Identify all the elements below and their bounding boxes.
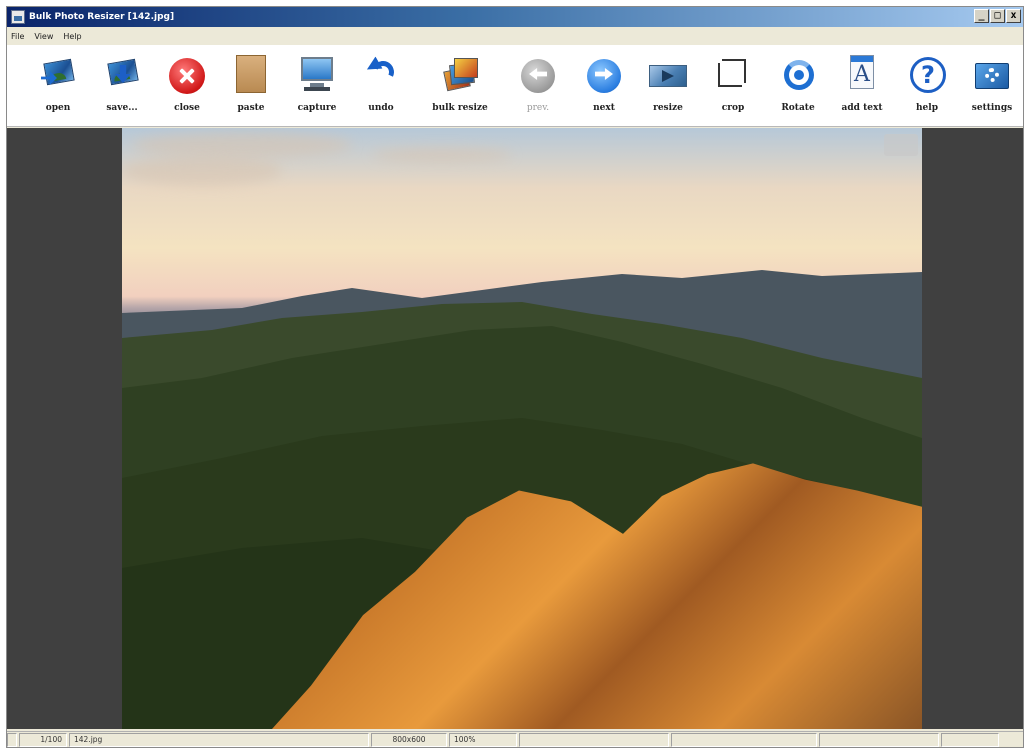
crop-label: crop <box>721 103 745 113</box>
status-panel-4 <box>941 732 999 747</box>
capture-label: capture <box>297 103 337 113</box>
menu-help[interactable]: Help <box>63 32 81 41</box>
status-dimensions: 800x600 <box>371 732 447 747</box>
menu-bar: File View Help <box>7 27 1023 45</box>
rotate-label: Rotate <box>781 103 815 113</box>
close-window-button[interactable]: x <box>1006 9 1021 23</box>
app-icon <box>11 10 25 24</box>
add-text-icon: A <box>843 55 881 95</box>
rotate-button[interactable]: Rotate <box>767 55 829 125</box>
undo-label: undo <box>368 103 394 113</box>
resize-button[interactable]: resize <box>637 55 699 125</box>
paste-icon <box>232 55 270 95</box>
bulk-resize-icon <box>441 55 479 95</box>
open-icon <box>39 55 77 95</box>
status-grip <box>7 732 17 747</box>
status-bar: 1/100 142.jpg 800x600 100% <box>7 731 1023 747</box>
next-icon <box>585 55 623 95</box>
crop-button[interactable]: crop <box>702 55 764 125</box>
status-zoom: 100% <box>449 732 517 747</box>
open-label: open <box>45 103 71 113</box>
resize-icon <box>649 55 687 95</box>
close-icon <box>168 55 206 95</box>
paste-button[interactable]: paste <box>220 55 282 125</box>
settings-button[interactable]: settings <box>961 55 1023 125</box>
app-window: Bulk Photo Resizer [142.jpg] _ □ x File … <box>6 6 1024 748</box>
close-label: close <box>174 103 200 113</box>
bulk-resize-button[interactable]: bulk resize <box>429 55 491 125</box>
menu-file[interactable]: File <box>11 32 24 41</box>
rotate-icon <box>779 55 817 95</box>
status-panel-1 <box>519 732 669 747</box>
capture-icon <box>298 55 336 95</box>
undo-icon <box>362 55 400 95</box>
watermark-logo <box>884 134 918 156</box>
crop-icon <box>714 55 752 95</box>
prev-button[interactable]: prev. <box>507 55 569 125</box>
undo-button[interactable]: undo <box>350 55 412 125</box>
photo-preview <box>122 128 922 729</box>
next-label: next <box>593 103 615 113</box>
save-button[interactable]: save... <box>91 55 153 125</box>
image-canvas[interactable] <box>7 128 1023 729</box>
help-label: help <box>916 103 938 113</box>
next-button[interactable]: next <box>573 55 635 125</box>
window-title: Bulk Photo Resizer [142.jpg] <box>29 12 175 22</box>
settings-icon <box>973 55 1011 95</box>
paste-label: paste <box>237 103 265 113</box>
save-icon <box>103 55 141 95</box>
bulk-resize-label: bulk resize <box>432 103 488 113</box>
title-bar[interactable]: Bulk Photo Resizer [142.jpg] _ □ x <box>7 7 1023 27</box>
status-filename: 142.jpg <box>69 732 369 747</box>
prev-icon <box>519 55 557 95</box>
help-button[interactable]: ? help <box>896 55 958 125</box>
window-controls: _ □ x <box>974 9 1021 23</box>
close-button[interactable]: close <box>156 55 218 125</box>
minimize-button[interactable]: _ <box>974 9 989 23</box>
status-panel-2 <box>671 732 817 747</box>
add-text-button[interactable]: A add text <box>831 55 893 125</box>
open-button[interactable]: open <box>27 55 89 125</box>
prev-label: prev. <box>526 103 550 113</box>
resize-label: resize <box>653 103 683 113</box>
capture-button[interactable]: capture <box>286 55 348 125</box>
menu-view[interactable]: View <box>34 32 53 41</box>
help-icon: ? <box>908 55 946 95</box>
toolbar: open save... close paste capture undo bu… <box>7 45 1023 127</box>
status-panel-3 <box>819 732 939 747</box>
maximize-button[interactable]: □ <box>990 9 1005 23</box>
save-label: save... <box>106 103 138 113</box>
status-image-counter: 1/100 <box>19 732 67 747</box>
add-text-label: add text <box>841 103 883 113</box>
settings-label: settings <box>971 103 1013 113</box>
